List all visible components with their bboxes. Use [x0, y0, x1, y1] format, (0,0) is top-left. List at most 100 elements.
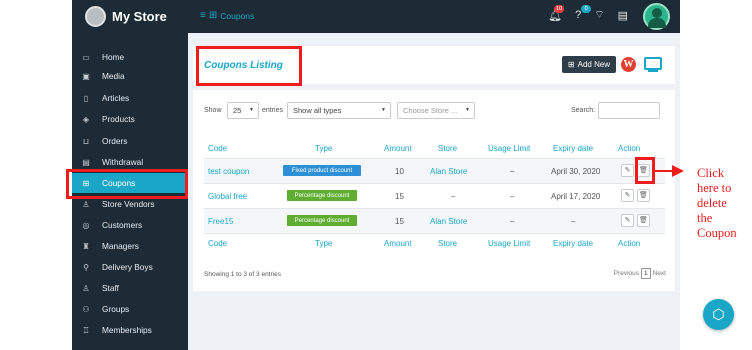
col-expiry-date[interactable]: Expiry date: [553, 144, 593, 153]
delete-icon[interactable]: 🗑︎: [637, 189, 650, 202]
coupon-code-link[interactable]: test coupon: [208, 167, 249, 176]
showing-entries-text: Showing 1 to 3 of 3 entries: [204, 271, 281, 278]
bell-icon[interactable]: 🔔︎ 10: [548, 4, 565, 22]
manager-icon: ♜: [82, 241, 90, 251]
sidebar-item-staff[interactable]: ♙ Staff: [72, 278, 188, 298]
type-filter-select[interactable]: Show all types ▼: [287, 102, 391, 119]
gift-icon: ⊞: [208, 10, 218, 21]
annotation-text: Click here to delete the Coupon: [697, 166, 737, 240]
cart-icon: ⊔: [82, 136, 90, 146]
store-link[interactable]: Alan Store: [430, 217, 467, 226]
help-badge: 0: [581, 5, 592, 13]
table-row: test coupon Fixed product discount 10 Al…: [204, 158, 665, 183]
sidebar-item-memberships[interactable]: ♖ Memberships: [72, 320, 188, 340]
annotation-arrow-shaft: [652, 170, 674, 172]
expiry-cell: April 30, 2020: [551, 167, 601, 176]
sidebar-item-media[interactable]: ▣ Media: [72, 66, 188, 86]
col-type[interactable]: Type: [315, 144, 332, 153]
store-link[interactable]: Alan Store: [430, 167, 467, 176]
sidebar-item-customers[interactable]: ◎ Customers: [72, 215, 188, 235]
file-icon: ▯: [83, 93, 89, 103]
coupon-code-link[interactable]: Global free: [208, 192, 247, 201]
staff-icon: ♙: [82, 283, 90, 293]
cube-icon: ◈: [82, 114, 90, 124]
type-badge: Fixed product discount: [283, 165, 361, 176]
search-input[interactable]: [598, 102, 660, 119]
image-icon: ▣: [82, 71, 90, 81]
edit-icon[interactable]: ✎: [621, 189, 634, 202]
foot-col-code: Code: [208, 239, 228, 248]
highlight-sidebar-coupons: [66, 169, 188, 199]
previous-button[interactable]: Previous: [614, 270, 639, 277]
sidebar-item-products[interactable]: ◈ Products: [72, 109, 188, 129]
table-row: Global free Percentage discount 15 – – A…: [204, 183, 665, 208]
usage-cell: –: [510, 217, 515, 226]
page-length-select[interactable]: 25 ▼: [227, 102, 259, 119]
table-row: Free15 Percentage discount 15 Alan Store…: [204, 208, 665, 233]
foot-col-store: Store: [438, 239, 458, 248]
foot-col-usage-limit: Usage Limit: [488, 239, 531, 248]
add-new-button[interactable]: ⊞ Add New: [562, 56, 616, 73]
monitor-stand: [648, 70, 658, 72]
coupon-code-link[interactable]: Free15: [208, 217, 233, 226]
membership-icon: ♖: [82, 325, 90, 335]
col-usage-limit[interactable]: Usage Limit: [488, 144, 530, 153]
next-button[interactable]: Next: [653, 270, 666, 277]
show-label: Show: [204, 107, 222, 114]
col-store[interactable]: Store: [438, 144, 457, 153]
sidebar-item-groups[interactable]: ⚇ Groups: [72, 299, 188, 319]
help-icon[interactable]: ? 0: [575, 5, 592, 21]
money-icon: ▤: [82, 157, 90, 167]
entries-label: entries: [262, 107, 284, 114]
edit-icon[interactable]: ✎: [621, 164, 634, 177]
page-1-button[interactable]: 1: [641, 268, 651, 279]
amount-cell: 15: [395, 192, 404, 201]
type-badge: Percentage discount: [287, 215, 357, 226]
type-badge: Percentage discount: [287, 190, 357, 201]
annotation-arrow-icon: [672, 165, 684, 177]
cube-icon-button[interactable]: ⬡: [703, 299, 734, 330]
sidebar-item-articles[interactable]: ▯ Articles: [72, 88, 188, 108]
brand-name[interactable]: My Store: [112, 9, 167, 24]
sidebar-item-orders[interactable]: ⊔ Orders: [72, 131, 188, 151]
groups-icon: ⚇: [82, 304, 90, 314]
col-amount[interactable]: Amount: [384, 144, 412, 153]
amount-cell: 10: [395, 167, 404, 176]
caret-down-icon: ▼: [249, 107, 254, 113]
amount-cell: 15: [395, 217, 404, 226]
sidebar-item-delivery-boys[interactable]: ⚲ Delivery Boys: [72, 257, 188, 277]
edit-icon[interactable]: ✎: [621, 214, 634, 227]
store-cell: –: [451, 192, 456, 201]
monitor-icon[interactable]: [644, 57, 662, 70]
col-code[interactable]: Code: [208, 144, 227, 153]
user-icon: ♙: [82, 199, 90, 209]
top-icons: 🔔︎ 10 ? 0 ⌔ ▤: [548, 4, 628, 22]
table-card: Show 25 ▼ entries Show all types ▼ Choose …: [193, 90, 675, 291]
usage-cell: –: [510, 167, 515, 176]
expiry-cell: April 17, 2020: [551, 192, 601, 201]
bike-icon: ⚲: [83, 262, 89, 272]
col-action: Action: [618, 144, 641, 153]
foot-col-amount: Amount: [384, 239, 412, 248]
delete-icon[interactable]: 🗑︎: [637, 214, 650, 227]
wordpress-icon[interactable]: W: [621, 57, 636, 72]
monitor-icon: ▭: [82, 52, 90, 62]
sidebar-item-home[interactable]: ▭ Home: [72, 47, 188, 67]
store-filter-select[interactable]: Choose Store ... ▼: [397, 102, 475, 119]
menu-icon[interactable]: ≡: [200, 10, 206, 21]
notification-badge: 10: [554, 4, 565, 13]
pagination: Previous 1 Next: [614, 268, 666, 279]
foot-col-action: Action: [618, 239, 641, 248]
caret-down-icon: ▼: [381, 107, 386, 113]
app-root: My Store ≡ ⊞ Coupons 🔔︎ 10 ? 0 ⌔ ▤ ▭ Home ▣…: [0, 0, 752, 350]
table-footer-row: [204, 233, 665, 251]
megaphone-icon[interactable]: ⌔: [594, 8, 604, 22]
caret-down-icon: ▼: [465, 107, 470, 113]
breadcrumb-coupons: Coupons: [220, 10, 255, 21]
user-avatar[interactable]: [643, 3, 670, 30]
sidebar-item-managers[interactable]: ♜ Managers: [72, 236, 188, 256]
document-icon[interactable]: ▤: [618, 9, 628, 22]
customer-icon: ◎: [82, 220, 90, 230]
store-logo[interactable]: [85, 6, 106, 27]
breadcrumb: ≡ ⊞ Coupons: [200, 10, 254, 21]
